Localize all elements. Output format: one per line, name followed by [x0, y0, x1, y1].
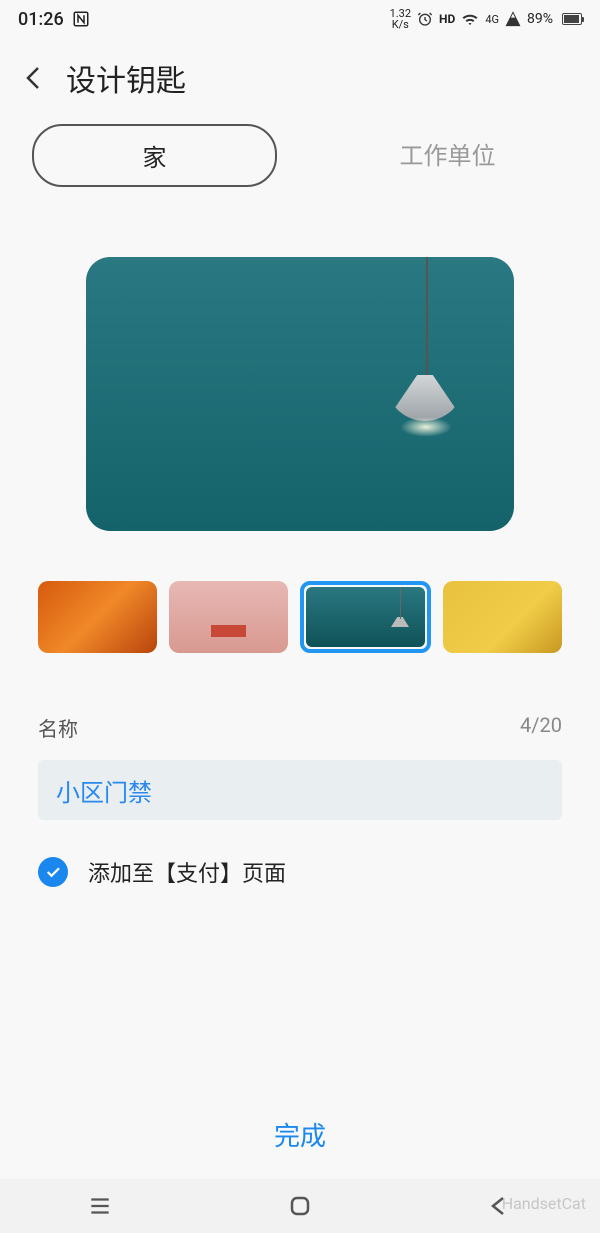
done-button[interactable]: 完成 [0, 1116, 600, 1153]
name-input[interactable]: 小区门禁 [38, 760, 562, 820]
checkbox-label: 添加至【支付】页面 [88, 856, 286, 888]
checkbox-add-to-pay[interactable] [38, 857, 68, 887]
signal-icon [505, 11, 521, 27]
preview-image[interactable] [86, 257, 514, 531]
status-network: 4G [485, 13, 499, 26]
page-title: 设计钥匙 [66, 56, 186, 100]
battery-icon [559, 13, 582, 25]
thumbnails [0, 581, 600, 653]
thumb-teal[interactable] [300, 581, 431, 653]
status-battery-pct: 89% [527, 11, 553, 27]
thumb-pink[interactable] [169, 581, 288, 653]
status-speed: 1.32 K/s [390, 8, 411, 30]
thumb-yellow[interactable] [443, 581, 562, 653]
wifi-icon [461, 10, 479, 28]
tabs: 家 工作单位 [0, 124, 600, 187]
nav-home[interactable] [240, 1194, 360, 1218]
header: 设计钥匙 [0, 38, 600, 124]
back-button[interactable] [20, 64, 48, 92]
checkbox-row[interactable]: 添加至【支付】页面 [0, 856, 600, 888]
status-hd: HD [439, 12, 455, 26]
nav-recents[interactable] [40, 1193, 160, 1219]
alarm-icon [417, 11, 433, 27]
thumb-orange[interactable] [38, 581, 157, 653]
name-label: 名称 [38, 713, 78, 742]
name-count: 4/20 [520, 713, 562, 742]
tab-home[interactable]: 家 [32, 124, 277, 187]
watermark: HandsetCat [502, 1194, 586, 1213]
name-section: 名称 4/20 小区门禁 [0, 713, 600, 820]
nfc-icon [72, 10, 90, 28]
status-bar: 01:26 1.32 K/s HD 4G 89% [0, 0, 600, 38]
status-time: 01:26 [18, 9, 64, 30]
tab-work[interactable]: 工作单位 [327, 124, 568, 187]
